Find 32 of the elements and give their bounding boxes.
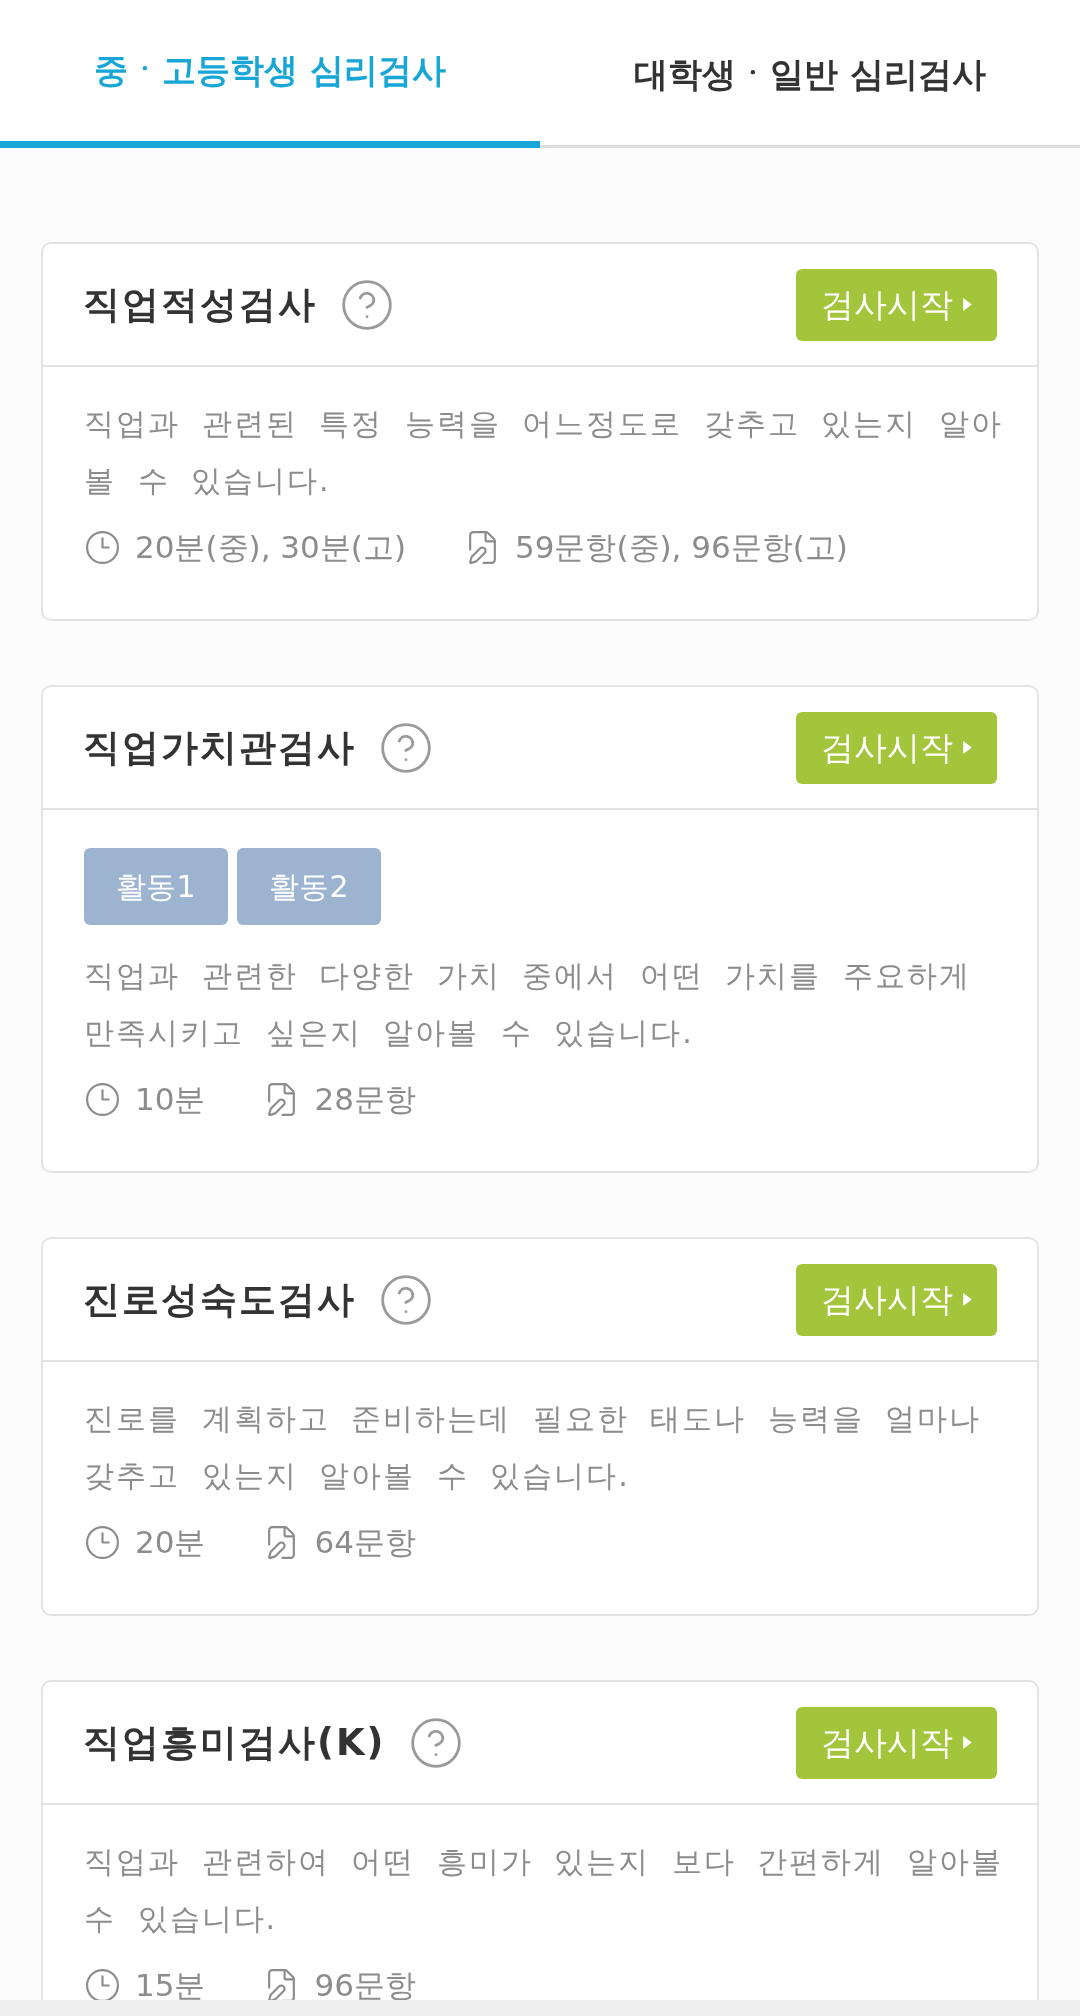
test-description: 직업과 관련된 특정 능력을 어느정도로 갖추고 있는지 알아볼 수 있습니다.: [84, 405, 1004, 500]
tab[interactable]: 대학생ㆍ일반 심리검사: [540, 0, 1080, 148]
caret-icon: [963, 741, 972, 754]
question-count: 64문항: [314, 1522, 416, 1562]
test-description: 진로를 계획하고 준비하는데 필요한 태도나 능력을 얼마나 갖추고 있는지 알아볼 수 있습니다.: [84, 1400, 983, 1495]
clock-icon: [84, 528, 121, 566]
test-duration: 20분: [135, 1522, 206, 1562]
test-duration: 10분: [135, 1079, 206, 1119]
caret-icon: [963, 1293, 972, 1306]
clock-icon: [84, 1966, 121, 2000]
question-count: 96문항: [314, 1965, 416, 2000]
test-title: 직업흥미검사(K): [83, 1719, 386, 1766]
activity-tag[interactable]: 활동2: [237, 848, 381, 925]
test-title: 직업적성검사: [83, 281, 317, 328]
question-count: 59문항(중), 96문항(고): [515, 527, 848, 567]
question-count: 28문항: [314, 1079, 416, 1119]
caret-icon: [963, 298, 972, 311]
start-test-button[interactable]: 검사시작: [796, 268, 997, 341]
test-duration: 15분: [135, 1965, 206, 2000]
start-test-button[interactable]: 검사시작: [796, 1263, 997, 1336]
test-title: 진로성숙도검사: [83, 1276, 356, 1323]
caret-icon: [963, 1736, 972, 1749]
start-test-button[interactable]: 검사시작: [796, 1706, 997, 1779]
tab[interactable]: 중ㆍ고등학생 심리검사: [0, 0, 540, 148]
activity-tag[interactable]: 활동1: [84, 848, 228, 925]
test-title: 직업가치관검사: [83, 724, 356, 771]
clock-icon: [84, 1080, 121, 1118]
test-description: 직업과 관련한 다양한 가치 중에서 어떤 가치를 주요하게 만족시키고 싶은지 알아볼 수 있습니다.: [84, 957, 972, 1052]
start-test-button[interactable]: 검사시작: [796, 711, 997, 784]
test-duration: 20분(중), 30분(고): [135, 527, 406, 567]
test-description: 직업과 관련하여 어떤 흥미가 있는지 보다 간편하게 알아볼 수 있습니다.: [84, 1843, 1004, 1938]
clock-icon: [84, 1523, 121, 1561]
